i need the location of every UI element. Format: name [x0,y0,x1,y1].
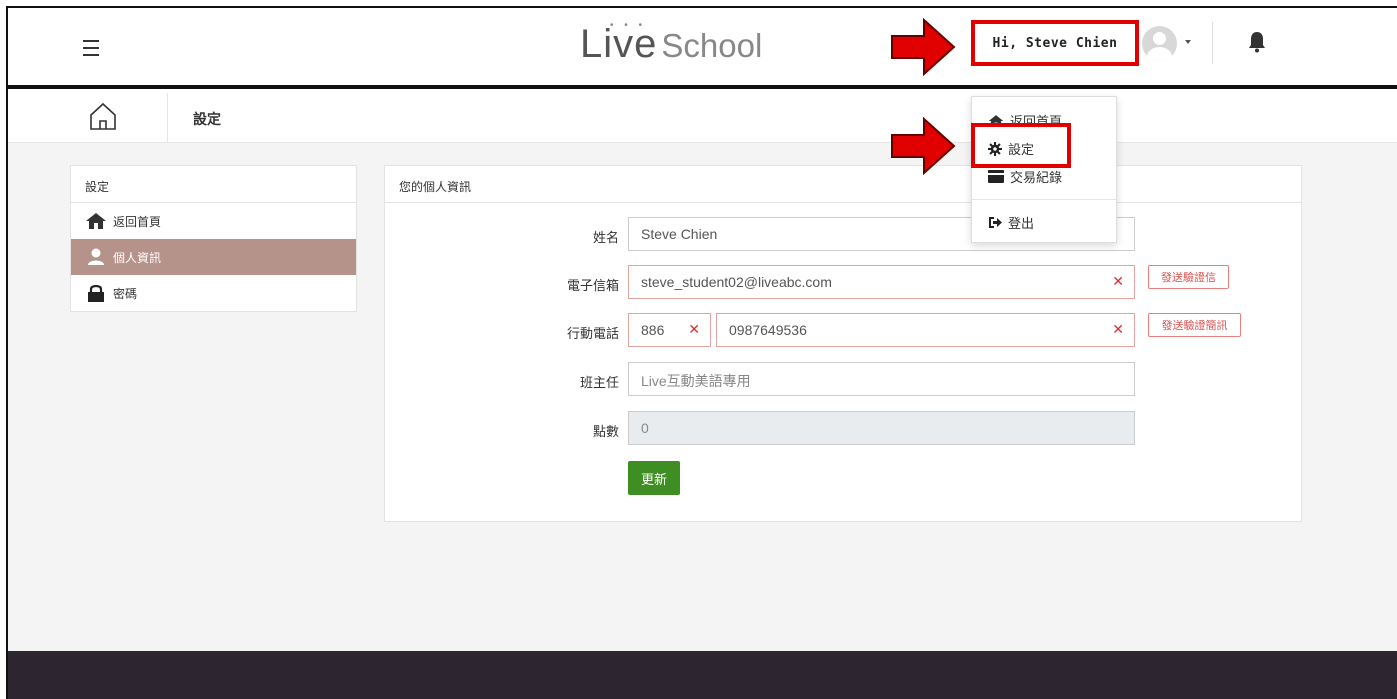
email-value: steve_student02@liveabc.com [641,274,832,290]
phone-label: 行動電話 [566,326,619,341]
user-icon [88,248,104,265]
name-row: 姓名 Steve Chien [385,217,1303,251]
send-verify-email-button[interactable]: 發送驗證信 [1148,265,1229,289]
red-arrow-icon [891,18,956,76]
user-greeting[interactable]: Hi, Steve Chien [971,20,1139,66]
update-button[interactable]: 更新 [628,461,680,495]
name-label: 姓名 [592,230,619,245]
sign-out-icon [989,217,1002,228]
hamburger-menu-icon[interactable] [83,40,99,57]
dropdown-divider [972,199,1116,200]
lock-icon [88,284,104,302]
user-dropdown-menu: 返回首頁 設定 交易紀錄 登出 [971,96,1117,243]
home-button[interactable] [8,93,168,143]
teacher-row: 班主任 Live互動美語專用 [385,362,1303,396]
livschool-logo[interactable]: • • • Live School [580,20,763,76]
home-icon [90,102,116,130]
send-verify-sms-button[interactable]: 發送驗證簡訊 [1148,313,1241,337]
phone-number-value: 0987649536 [729,322,807,338]
sidebar-item-label: 返回首頁 [113,214,162,229]
sidebar-item-password[interactable]: 密碼 [71,275,356,311]
dropdown-item-label: 交易紀錄 [1010,170,1063,185]
phone-number-field[interactable]: 0987649536 ✕ [716,313,1135,347]
email-row: 電子信箱 steve_student02@liveabc.com ✕ 發送驗證信 [385,265,1303,299]
main-content: 設定 返回首頁 個人資訊 密碼 您的個人資訊 姓名 Steve Chien 電子… [8,143,1397,651]
red-arrow-icon [891,117,956,175]
error-x-icon: ✕ [688,321,700,337]
sidebar-item-home[interactable]: 返回首頁 [71,203,356,239]
email-label: 電子信箱 [566,278,619,293]
sidebar-item-label: 個人資訊 [113,250,162,265]
teacher-label: 班主任 [579,375,619,390]
points-label: 點數 [592,424,619,439]
sidebar-heading: 設定 [71,166,356,203]
error-x-icon: ✕ [1112,273,1124,289]
credit-card-icon [988,170,1004,183]
page-footer [8,651,1397,699]
phone-code-value: 886 [641,322,665,338]
home-icon [86,213,106,229]
logo-dots: • • • [610,20,647,31]
breadcrumb: 設定 [8,93,1397,143]
settings-highlight-box [971,123,1071,168]
sidebar-item-profile[interactable]: 個人資訊 [71,239,356,275]
avatar[interactable] [1142,26,1177,61]
email-field[interactable]: steve_student02@liveabc.com ✕ [628,265,1135,299]
chevron-down-icon[interactable] [1185,40,1191,44]
teacher-field[interactable]: Live互動美語專用 [628,362,1135,396]
bell-icon[interactable] [1247,30,1267,54]
settings-sidebar: 設定 返回首頁 個人資訊 密碼 [70,165,357,312]
phone-row: 行動電話 886 ✕ 0987649536 ✕ 發送驗證簡訊 [385,313,1303,347]
dropdown-item-label: 登出 [1008,216,1035,231]
profile-panel: 您的個人資訊 姓名 Steve Chien 電子信箱 steve_student… [384,165,1302,522]
phone-country-code-field[interactable]: 886 ✕ [628,313,711,347]
dropdown-item-transactions[interactable]: 交易紀錄 [988,167,1062,186]
header-divider [1212,22,1213,64]
points-field: 0 [628,411,1135,445]
logo-school-text: School [661,27,763,64]
error-x-icon: ✕ [1112,321,1124,337]
points-row: 點數 0 [385,411,1303,445]
panel-heading: 您的個人資訊 [385,166,1301,203]
dropdown-item-logout[interactable]: 登出 [988,213,1034,232]
page-title: 設定 [193,111,221,127]
top-header: • • • Live School [8,8,1397,89]
sidebar-item-label: 密碼 [113,286,138,301]
